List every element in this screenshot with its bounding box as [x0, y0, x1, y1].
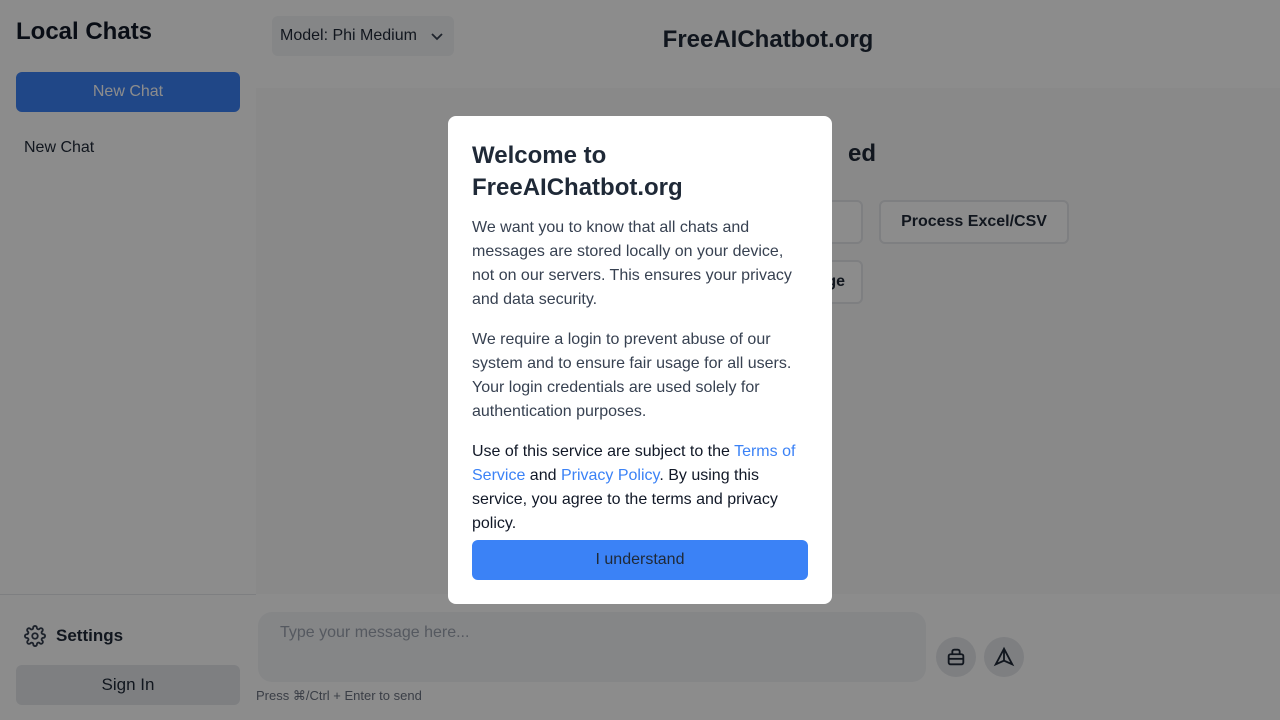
- modal-title: Welcome to FreeAIChatbot.org: [472, 142, 683, 201]
- modal-paragraph-privacy: We want you to know that all chats and m…: [472, 219, 792, 308]
- modal-paragraph-terms: Use of this service are subject to the T…: [472, 440, 808, 536]
- terms-text-and: and: [525, 467, 561, 484]
- modal-paragraph-login: We require a login to prevent abuse of o…: [472, 331, 792, 420]
- welcome-modal: Welcome to FreeAIChatbot.org We want you…: [448, 116, 832, 604]
- terms-text-before: Use of this service are subject to the: [472, 443, 735, 460]
- privacy-policy-link[interactable]: Privacy Policy: [561, 467, 659, 484]
- i-understand-button[interactable]: I understand: [472, 540, 808, 580]
